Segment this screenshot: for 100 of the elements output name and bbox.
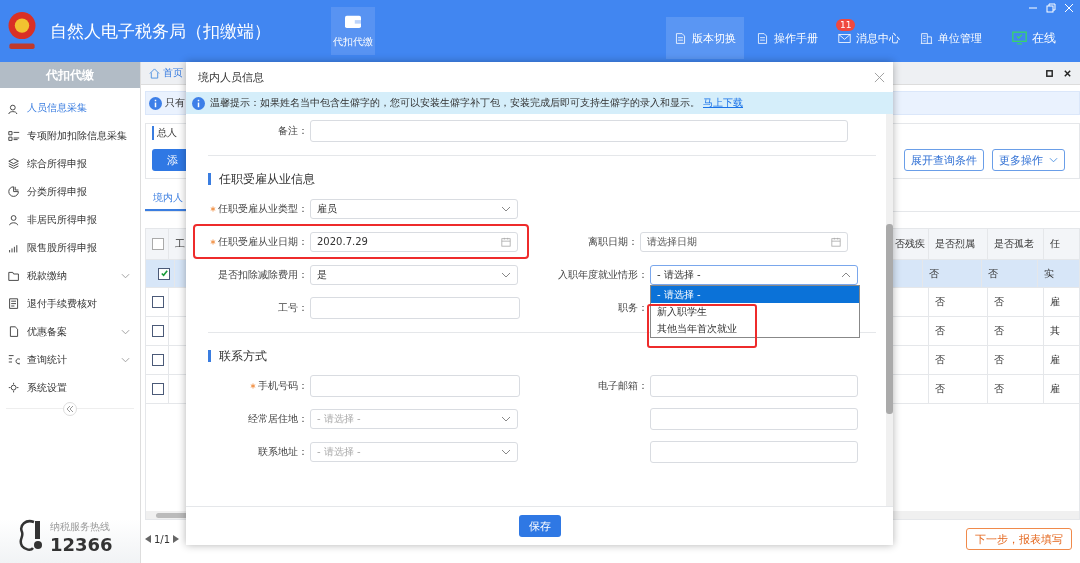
text-field[interactable] xyxy=(650,440,858,463)
table-cell: 否 xyxy=(988,317,1044,345)
next-step-button[interactable]: 下一步，报表填写 xyxy=(966,528,1072,550)
table-cell: 否 xyxy=(988,346,1044,374)
hotline-label: 纳税服务热线 xyxy=(50,519,111,534)
field-label: 入职年度就业情形： xyxy=(558,267,648,282)
sidebar-item[interactable]: 专项附加扣除信息采集 xyxy=(0,122,140,150)
chevron-up-icon xyxy=(841,271,851,278)
next-icon[interactable] xyxy=(173,535,180,543)
field-label: 联系地址： xyxy=(258,444,308,459)
text-field[interactable] xyxy=(650,407,858,430)
previous-icon[interactable] xyxy=(145,535,151,543)
section-title: 任职受雇从业信息 xyxy=(219,170,315,188)
checkbox[interactable] xyxy=(152,325,164,337)
checkbox[interactable] xyxy=(152,296,164,308)
field-label: 手机号码： xyxy=(258,378,308,393)
menu-icon xyxy=(8,214,20,226)
toolbar-button[interactable]: 单位管理 xyxy=(912,17,990,59)
chevron-down-icon xyxy=(1049,157,1058,163)
chevron-down-icon xyxy=(501,415,511,422)
table-cell: 否 xyxy=(988,288,1044,316)
summary-text: 总人 xyxy=(152,126,177,140)
sidebar-item[interactable]: 非居民所得申报 xyxy=(0,206,140,234)
table-cell: 否 xyxy=(988,375,1044,403)
sidebar-item[interactable]: 税款缴纳 xyxy=(0,262,140,290)
select-field[interactable]: 雇员 xyxy=(310,198,518,219)
checkbox[interactable] xyxy=(152,354,164,366)
hotline-number: 12366 xyxy=(50,533,113,555)
document-icon xyxy=(674,31,687,45)
column-header: 是否烈属 xyxy=(929,229,988,259)
chevron-down-icon xyxy=(501,448,511,455)
sidebar-item[interactable]: 限售股所得申报 xyxy=(0,234,140,262)
column-header: 是否孤老 xyxy=(988,229,1044,259)
breadcrumb-link[interactable]: 首页 xyxy=(163,66,183,80)
field-label: 备注： xyxy=(277,123,308,138)
table-cell-text: 雇 xyxy=(1049,382,1061,396)
date-field[interactable]: 2020.7.29 xyxy=(310,231,518,252)
menu-icon xyxy=(8,354,20,366)
notice-text: 温馨提示：如果姓名当中包含生僻字的，您可以安装生僻字补丁包，安装完成后即可支持生僻字的录入和显示。 马上下载 xyxy=(210,96,743,110)
info-icon xyxy=(192,96,205,110)
online-status[interactable]: 在线 xyxy=(1004,17,1064,59)
select-field[interactable]: 是 xyxy=(310,264,518,285)
sidebar-item[interactable]: 人员信息采集 xyxy=(0,94,140,122)
table-cell-text: 实 xyxy=(1043,266,1055,281)
menu-icon xyxy=(8,158,20,170)
sidebar-item[interactable]: 分类所得申报 xyxy=(0,178,140,206)
menu-icon xyxy=(8,186,20,198)
sidebar-header: 代扣代缴 xyxy=(0,62,140,88)
download-link[interactable]: 马上下载 xyxy=(703,97,743,108)
date-field[interactable]: 请选择日期 xyxy=(640,231,848,252)
field-label: 电子邮箱： xyxy=(598,378,648,393)
text-field[interactable] xyxy=(650,374,858,397)
field-label: 离职日期： xyxy=(588,234,638,249)
dialog-title: 境内人员信息 xyxy=(198,69,264,85)
checkbox[interactable] xyxy=(152,238,164,250)
field-label: 是否扣除减除费用： xyxy=(218,267,308,282)
sidebar-item[interactable]: 查询统计 xyxy=(0,346,140,374)
remark-field[interactable] xyxy=(310,119,848,142)
sidebar-item[interactable]: 优惠备案 xyxy=(0,318,140,346)
module-tab[interactable]: 代扣代缴 xyxy=(331,7,375,55)
document-icon xyxy=(756,31,769,45)
text-field[interactable] xyxy=(310,374,520,397)
text-field[interactable] xyxy=(310,296,520,319)
building-icon xyxy=(920,31,933,45)
outline-button[interactable]: 更多操作 xyxy=(992,149,1065,171)
checkbox[interactable] xyxy=(158,267,170,280)
field-label: 任职受雇从业日期： xyxy=(218,234,308,249)
table-cell-text: 雇 xyxy=(1049,353,1061,367)
table-cell-text: 其 xyxy=(1049,324,1061,338)
menu-icon xyxy=(8,102,20,114)
maximize-icon[interactable] xyxy=(1045,68,1054,78)
toolbar-button[interactable]: 消息中心 11 xyxy=(830,17,908,59)
chevron-down-icon xyxy=(501,271,511,278)
menu-icon xyxy=(8,326,20,338)
dropdown-option[interactable]: - 请选择 - xyxy=(651,286,859,303)
table-cell: 否 xyxy=(923,260,982,287)
toolbar-button[interactable]: 版本切换 xyxy=(666,17,744,59)
close-icon[interactable] xyxy=(1063,68,1072,78)
home-icon[interactable] xyxy=(149,67,160,79)
sidebar-item[interactable]: 退付手续费核对 xyxy=(0,290,140,318)
column-header: 任 xyxy=(1049,237,1061,251)
sidebar-item[interactable]: 系统设置 xyxy=(0,374,140,402)
sidebar-item[interactable]: 综合所得申报 xyxy=(0,150,140,178)
collapse-button[interactable] xyxy=(63,402,77,416)
count-badge: 11 xyxy=(836,19,856,31)
restore-icon[interactable] xyxy=(1046,3,1056,13)
dropdown-option[interactable]: 新入职学生 xyxy=(651,303,859,320)
info-text: 只有 xyxy=(165,96,185,110)
select-field[interactable]: - 请选择 - xyxy=(650,264,858,285)
menu-icon xyxy=(8,242,20,254)
checkbox[interactable] xyxy=(152,383,164,395)
dropdown-option[interactable]: 其他当年首次就业 xyxy=(651,320,859,337)
section-title: 联系方式 xyxy=(219,347,267,365)
table-cell: 否 xyxy=(929,346,988,374)
vertical-scrollbar[interactable] xyxy=(886,114,893,506)
toolbar-button[interactable]: 操作手册 xyxy=(748,17,826,59)
field-label: 职务： xyxy=(618,300,648,315)
save-button[interactable]: 保存 xyxy=(518,515,561,537)
outline-button[interactable]: 展开查询条件 xyxy=(904,149,984,171)
calendar-icon xyxy=(501,236,511,247)
